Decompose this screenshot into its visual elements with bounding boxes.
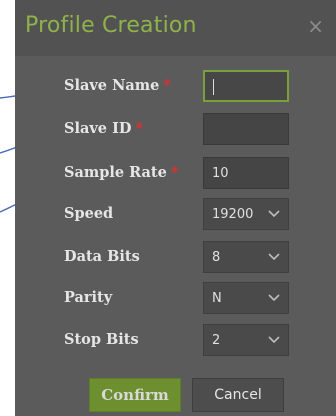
- required-marker: *: [135, 120, 144, 137]
- close-icon[interactable]: ×: [307, 16, 324, 36]
- parity-row: Parity N: [15, 282, 336, 314]
- confirm-button[interactable]: Confirm: [89, 378, 181, 412]
- parity-value: N: [212, 291, 222, 306]
- stop-bits-value: 2: [212, 333, 221, 348]
- required-marker: *: [163, 77, 171, 94]
- cancel-button[interactable]: Cancel: [192, 378, 284, 412]
- required-marker: *: [170, 164, 179, 181]
- dialog-titlebar: Profile Creation ×: [15, 0, 336, 56]
- slave-id-label: Slave ID *: [64, 120, 144, 137]
- stop-bits-select[interactable]: 2: [203, 324, 289, 356]
- stop-bits-label: Stop Bits: [64, 331, 139, 348]
- dialog-title: Profile Creation: [25, 13, 197, 38]
- data-bits-row: Data Bits 8: [15, 241, 336, 273]
- slave-id-input[interactable]: [203, 113, 289, 145]
- stop-bits-row: Stop Bits 2: [15, 324, 336, 356]
- text-caret: [213, 79, 214, 95]
- slave-id-row: Slave ID *: [15, 113, 336, 145]
- parity-label: Parity: [64, 289, 113, 306]
- speed-row: Speed 19200: [15, 198, 336, 230]
- chevron-down-icon: [268, 294, 280, 302]
- speed-select[interactable]: 19200: [203, 198, 289, 230]
- slave-name-input[interactable]: [203, 70, 289, 102]
- sample-rate-label: Sample Rate *: [64, 164, 179, 181]
- parity-select[interactable]: N: [203, 282, 289, 314]
- data-bits-label: Data Bits: [64, 248, 140, 265]
- chevron-down-icon: [268, 210, 280, 218]
- speed-value: 19200: [212, 207, 254, 222]
- chevron-down-icon: [268, 253, 280, 261]
- slave-name-label: Slave Name *: [64, 77, 171, 94]
- sample-rate-input[interactable]: 10: [203, 157, 289, 189]
- chevron-down-icon: [268, 336, 280, 344]
- slave-name-row: Slave Name *: [15, 70, 336, 102]
- profile-creation-dialog: Profile Creation × Slave Name * Slave ID *…: [15, 0, 336, 416]
- sample-rate-row: Sample Rate * 10: [15, 157, 336, 189]
- data-bits-value: 8: [212, 250, 221, 265]
- data-bits-select[interactable]: 8: [203, 241, 289, 273]
- speed-label: Speed: [64, 205, 114, 222]
